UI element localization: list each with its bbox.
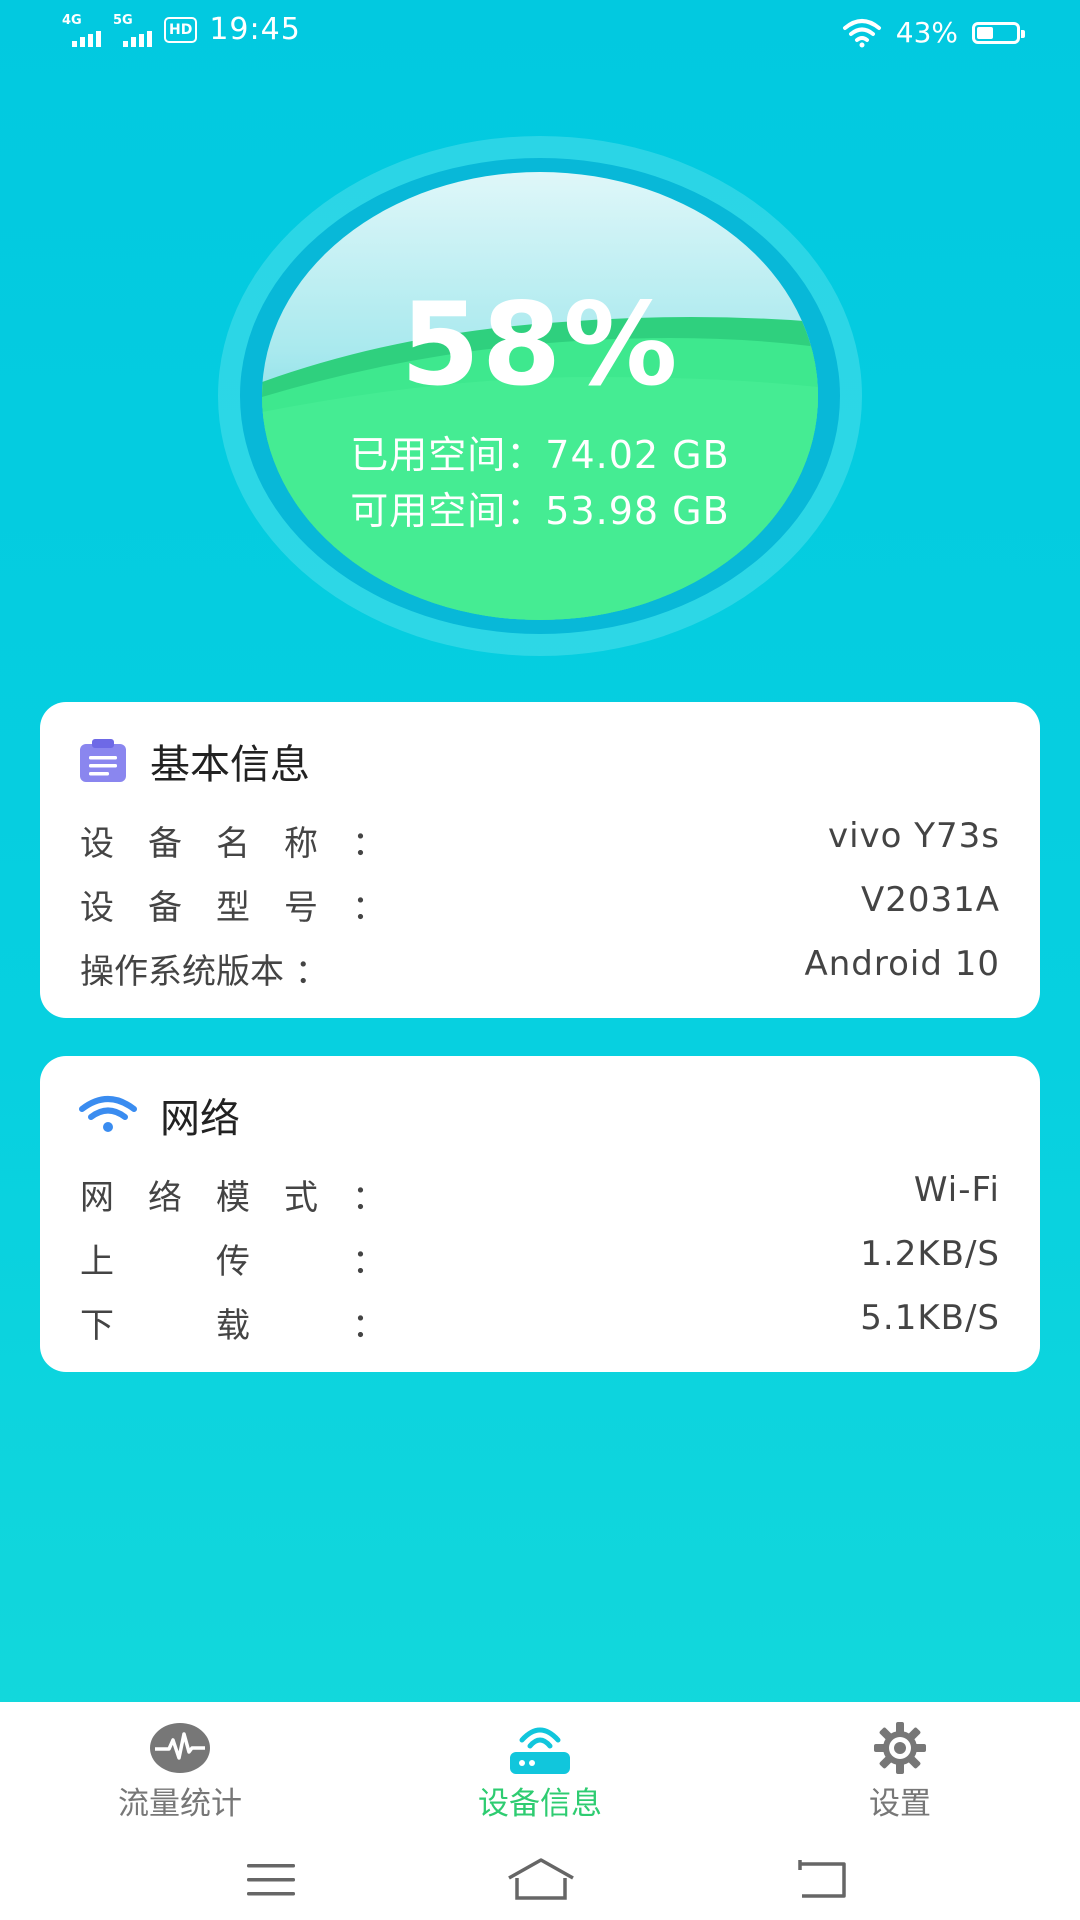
row-value: vivo Y73s <box>827 816 1000 856</box>
hd-voice-icon: HD <box>164 16 198 43</box>
menu-icon[interactable] <box>245 1860 297 1900</box>
battery-level-fill <box>977 26 993 39</box>
network-card: 网络 网 络 模 式 ： Wi-Fi 上 传 ： 1.2KB/S 下 载 ： 5… <box>40 1056 1040 1372</box>
info-row-os-version: 操作系统版本 ： Android 10 <box>80 944 1000 993</box>
row-label: 操作系统版本 ： <box>80 952 329 992</box>
tab-label: 设置 <box>869 1786 931 1822</box>
clipboard-icon <box>80 739 126 782</box>
basic-info-card: 基本信息 设 备 名 称 ： vivo Y73s 设 备 型 号 ： V2031… <box>40 702 1040 1018</box>
info-row-device-name: 设 备 名 称 ： vivo Y73s <box>80 816 1000 865</box>
network-title: 网络 <box>160 1096 240 1142</box>
battery-percent: 43% <box>895 16 958 49</box>
basic-info-header: 基本信息 <box>78 732 310 790</box>
row-value: Android 10 <box>804 944 1000 984</box>
row-value: 5.1KB/S <box>860 1298 1000 1338</box>
row-label: 设 备 名 称 ： <box>80 824 386 864</box>
network-row-download: 下 载 ： 5.1KB/S <box>80 1298 1000 1347</box>
gear-icon <box>874 1722 926 1774</box>
tab-traffic-stats[interactable]: 流量统计 <box>60 1720 300 1823</box>
row-value: Wi-Fi <box>913 1170 1000 1210</box>
back-icon[interactable] <box>796 1858 852 1902</box>
battery-icon <box>972 21 1025 44</box>
status-bar-right: 43% <box>842 16 1025 49</box>
free-space: 可用空间：53.98 GB <box>350 489 730 533</box>
row-label: 设 备 型 号 ： <box>80 888 386 928</box>
used-space: 已用空间：74.02 GB <box>350 433 730 477</box>
row-label: 网 络 模 式 ： <box>80 1178 386 1218</box>
info-row-device-model: 设 备 型 号 ： V2031A <box>80 880 1000 929</box>
network-row-mode: 网 络 模 式 ： Wi-Fi <box>80 1170 1000 1219</box>
wifi-icon <box>79 1096 137 1132</box>
pulse-icon <box>150 1723 210 1773</box>
wifi-status-icon <box>842 18 881 47</box>
signal-5g-icon: 5G <box>113 13 152 47</box>
net1-label: 4G <box>62 12 82 28</box>
row-value: V2031A <box>860 880 1000 920</box>
bottom-nav: 流量统计 设备信息 设置 <box>0 1702 1080 1920</box>
system-nav-bar <box>0 1852 1080 1912</box>
tab-device-info[interactable]: 设备信息 <box>420 1720 660 1823</box>
status-bar-left: 4G 5G HD 19:45 <box>62 12 301 47</box>
tab-settings[interactable]: 设置 <box>780 1720 1020 1823</box>
router-icon <box>510 1727 570 1774</box>
net2-label: 5G <box>113 12 133 28</box>
basic-info-title: 基本信息 <box>150 742 310 788</box>
status-time: 19:45 <box>209 12 301 47</box>
status-bar: 4G 5G HD 19:45 43% <box>0 0 1080 66</box>
signal-4g-icon: 4G <box>62 13 101 47</box>
row-label: 上 传 ： <box>80 1242 386 1282</box>
tab-label: 流量统计 <box>118 1786 242 1822</box>
row-label: 下 载 ： <box>80 1306 386 1346</box>
storage-percent: 58% <box>400 278 680 411</box>
network-header: 网络 <box>78 1086 240 1144</box>
home-icon[interactable] <box>505 1856 577 1902</box>
tab-label: 设备信息 <box>478 1786 602 1822</box>
row-value: 1.2KB/S <box>860 1234 1000 1274</box>
network-row-upload: 上 传 ： 1.2KB/S <box>80 1234 1000 1283</box>
